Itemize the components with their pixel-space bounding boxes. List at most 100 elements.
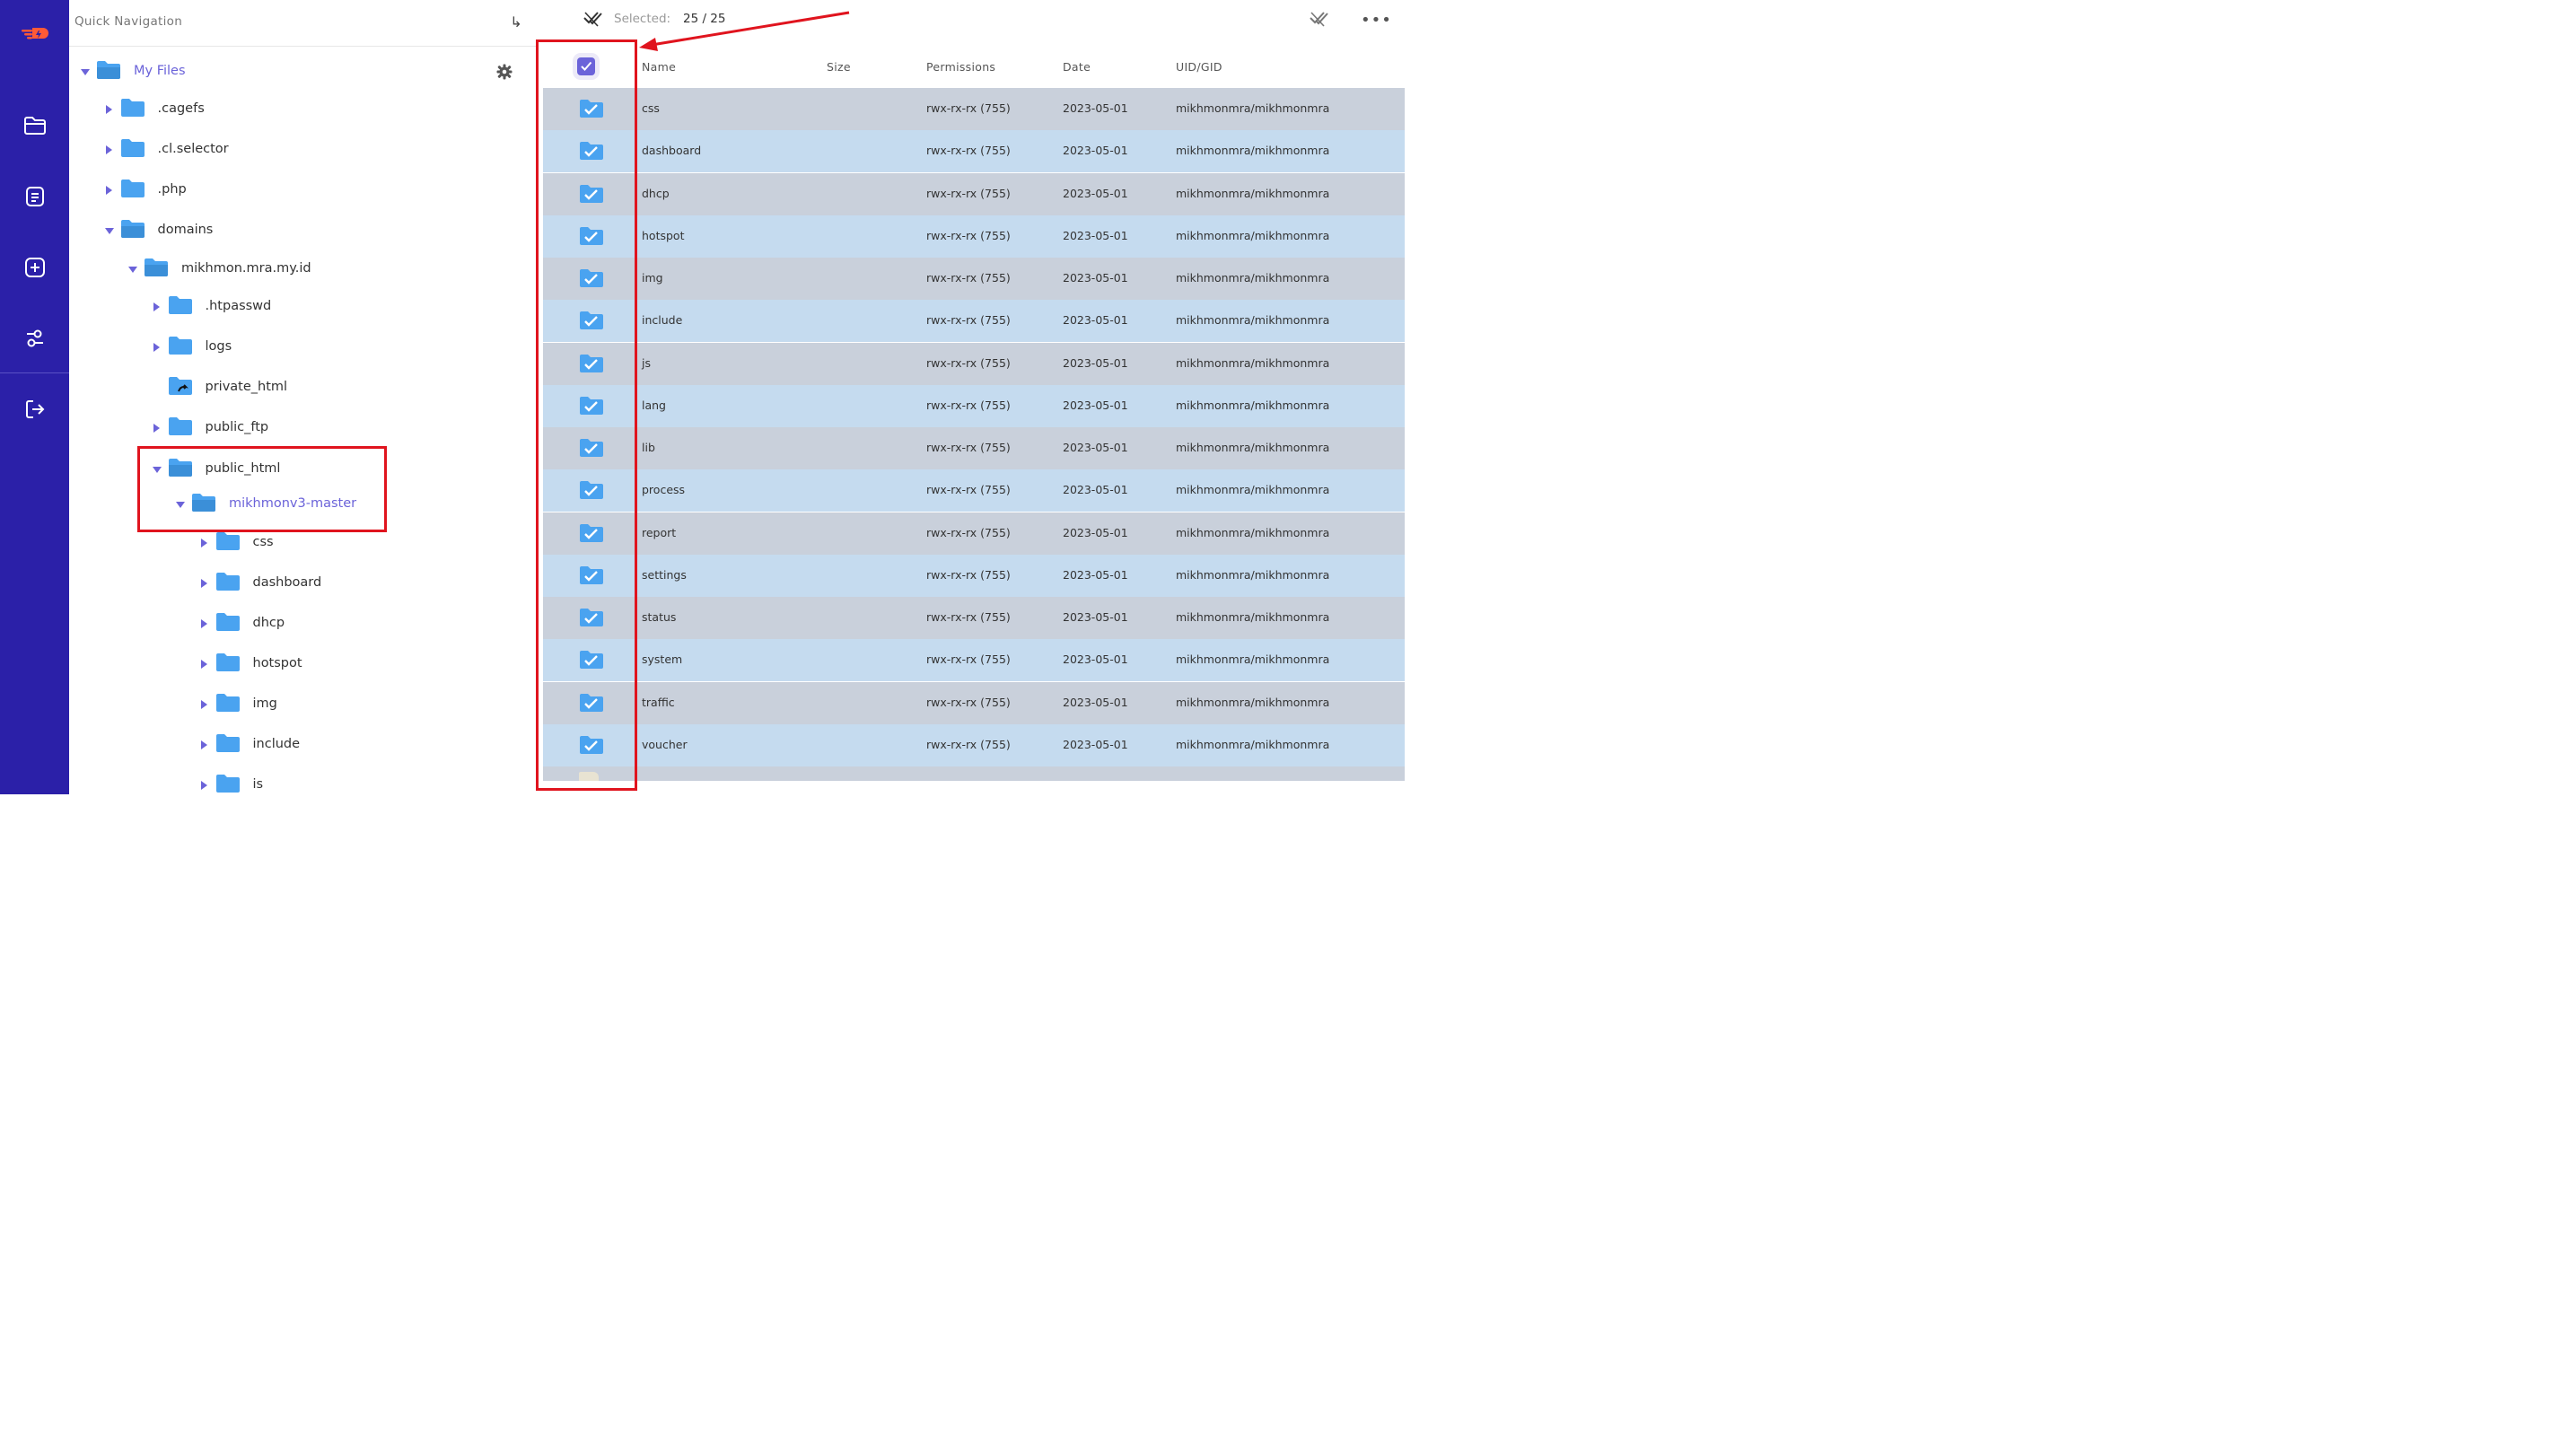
gear-icon[interactable] — [495, 63, 513, 81]
cell-owner: mikhmonmra/mikhmonmra — [1176, 398, 1330, 412]
table-row[interactable]: system rwx-rx-rx (755) 2023-05-01 mikhmonmr… — [543, 639, 1405, 682]
table-row[interactable]: report rwx-rx-rx (755) 2023-05-01 mikhmonmr… — [543, 512, 1405, 555]
cell-owner: mikhmonmra/mikhmonmra — [1176, 355, 1330, 370]
cell-permissions: rwx-rx-rx (755) — [926, 186, 1011, 200]
chevron-right-icon[interactable] — [199, 618, 210, 629]
cell-date: 2023-05-01 — [1063, 695, 1128, 709]
tree-item[interactable]: My Files — [69, 55, 518, 89]
table-row[interactable]: dhcp rwx-rx-rx (755) 2023-05-01 mikhmonmra/… — [543, 172, 1405, 215]
chevron-right-icon[interactable] — [199, 578, 210, 589]
cell-name: lib — [642, 441, 655, 454]
multi-select-icon[interactable] — [583, 10, 604, 31]
cell-date: 2023-05-01 — [1063, 228, 1128, 242]
tree-item[interactable]: .htpasswd — [69, 290, 518, 324]
cell-owner: mikhmonmra/mikhmonmra — [1176, 186, 1330, 200]
chevron-right-icon[interactable] — [199, 740, 210, 750]
cell-owner: mikhmonmra/mikhmonmra — [1176, 101, 1330, 115]
table-row[interactable]: lib rwx-rx-rx (755) 2023-05-01 mikhmonmra/m… — [543, 427, 1405, 470]
sliders-icon[interactable] — [0, 316, 69, 361]
column-header-name[interactable]: Name — [642, 60, 676, 74]
chevron-right-icon[interactable] — [199, 538, 210, 548]
tree-item-label: include — [252, 737, 301, 751]
table-row[interactable]: voucher rwx-rx-rx (755) 2023-05-01 mikhmonm… — [543, 723, 1405, 766]
tree-item[interactable]: dashboard — [69, 566, 518, 600]
tree-item[interactable]: mikhmon.mra.my.id — [69, 252, 518, 286]
folder-icon — [215, 531, 241, 555]
table-row[interactable]: img rwx-rx-rx (755) 2023-05-01 mikhmonmra/m… — [543, 258, 1405, 301]
tree-item[interactable]: include — [69, 728, 518, 762]
app-logo-icon[interactable] — [0, 12, 69, 57]
table-row-partial[interactable] — [543, 766, 1405, 781]
table-row[interactable]: status rwx-rx-rx (755) 2023-05-01 mikhmonmr… — [543, 597, 1405, 640]
chevron-right-icon[interactable] — [152, 423, 162, 434]
chevron-right-icon[interactable] — [199, 699, 210, 710]
tree-item-label: hotspot — [252, 656, 302, 670]
table-row[interactable]: traffic rwx-rx-rx (755) 2023-05-01 mikhmonm… — [543, 681, 1405, 724]
chevron-right-icon[interactable] — [199, 780, 210, 791]
cell-owner: mikhmonmra/mikhmonmra — [1176, 144, 1330, 158]
tree-item[interactable]: .cl.selector — [69, 133, 518, 167]
cell-owner: mikhmonmra/mikhmonmra — [1176, 567, 1330, 582]
cell-date: 2023-05-01 — [1063, 737, 1128, 751]
chevron-right-icon[interactable] — [104, 145, 115, 155]
logout-icon[interactable] — [0, 387, 69, 432]
cell-owner: mikhmonmra/mikhmonmra — [1176, 737, 1330, 751]
chevron-right-icon[interactable] — [152, 302, 162, 312]
more-options-icon[interactable]: ••• — [1361, 11, 1392, 30]
tree-item[interactable]: public_ftp — [69, 411, 518, 445]
chevron-down-icon[interactable] — [80, 66, 91, 77]
cell-name: status — [642, 610, 677, 624]
cell-permissions: rwx-rx-rx (755) — [926, 355, 1011, 370]
tree-item[interactable]: img — [69, 688, 518, 722]
tree-item[interactable]: hotspot — [69, 647, 518, 681]
table-row[interactable]: dashboard rwx-rx-rx (755) 2023-05-01 mikhmo… — [543, 130, 1405, 173]
chevron-right-icon[interactable] — [104, 185, 115, 196]
app-sidebar — [0, 0, 69, 794]
cell-name: voucher — [642, 737, 688, 751]
cell-name: lang — [642, 398, 666, 412]
cell-owner: mikhmonmra/mikhmonmra — [1176, 610, 1330, 624]
collapse-arrow-icon[interactable]: ↳ — [505, 11, 527, 32]
tree-item[interactable]: dhcp — [69, 607, 518, 641]
tree-item[interactable]: logs — [69, 330, 518, 364]
tree-item[interactable]: domains — [69, 214, 518, 248]
cell-permissions: rwx-rx-rx (755) — [926, 695, 1011, 709]
table-row[interactable]: hotspot rwx-rx-rx (755) 2023-05-01 mikhmonm… — [543, 215, 1405, 258]
add-icon[interactable] — [0, 245, 69, 290]
folder-icon — [215, 612, 241, 635]
tree-item-label: .php — [157, 182, 187, 197]
chevron-right-icon[interactable] — [199, 659, 210, 670]
chevron-down-icon[interactable] — [127, 264, 138, 275]
chevron-right-icon[interactable] — [152, 342, 162, 353]
column-header-date[interactable]: Date — [1063, 60, 1091, 74]
tree-item-label: is — [252, 777, 264, 792]
column-header-size[interactable]: Size — [827, 60, 851, 74]
cell-permissions: rwx-rx-rx (755) — [926, 737, 1011, 751]
table-row[interactable]: js rwx-rx-rx (755) 2023-05-01 mikhmonmra/mi… — [543, 342, 1405, 385]
tree-item[interactable]: .cagefs — [69, 92, 518, 127]
tree-item-label: img — [252, 696, 277, 711]
tree-item[interactable]: is — [69, 768, 518, 794]
folder-icon — [120, 179, 145, 202]
table-row[interactable]: process rwx-rx-rx (755) 2023-05-01 mikhmonm… — [543, 469, 1405, 512]
quick-navigation-label: Quick Navigation — [74, 14, 183, 29]
table-row[interactable]: lang rwx-rx-rx (755) 2023-05-01 mikhmonmra/… — [543, 384, 1405, 427]
chevron-down-icon[interactable] — [104, 225, 115, 236]
tree-item[interactable]: .php — [69, 173, 518, 207]
tree-item-label: private_html — [205, 380, 288, 394]
cell-permissions: rwx-rx-rx (755) — [926, 610, 1011, 624]
cell-permissions: rwx-rx-rx (755) — [926, 398, 1011, 412]
document-icon[interactable] — [0, 174, 69, 219]
table-row[interactable]: include rwx-rx-rx (755) 2023-05-01 mikhmonm… — [543, 300, 1405, 343]
table-row[interactable]: css rwx-rx-rx (755) 2023-05-01 mikhmonmra/m… — [543, 88, 1405, 131]
column-header-permissions[interactable]: Permissions — [926, 60, 995, 74]
deselect-all-icon[interactable] — [1309, 10, 1330, 31]
table-row[interactable]: settings rwx-rx-rx (755) 2023-05-01 mikhmon… — [543, 554, 1405, 597]
column-header-uid-gid[interactable]: UID/GID — [1176, 60, 1222, 74]
tree-item[interactable]: private_html — [69, 371, 518, 405]
chevron-right-icon[interactable] — [104, 104, 115, 115]
folder-icon[interactable] — [0, 103, 69, 148]
cell-name: dhcp — [642, 186, 670, 200]
tree-item-label: My Files — [134, 64, 186, 78]
cell-permissions: rwx-rx-rx (755) — [926, 144, 1011, 158]
